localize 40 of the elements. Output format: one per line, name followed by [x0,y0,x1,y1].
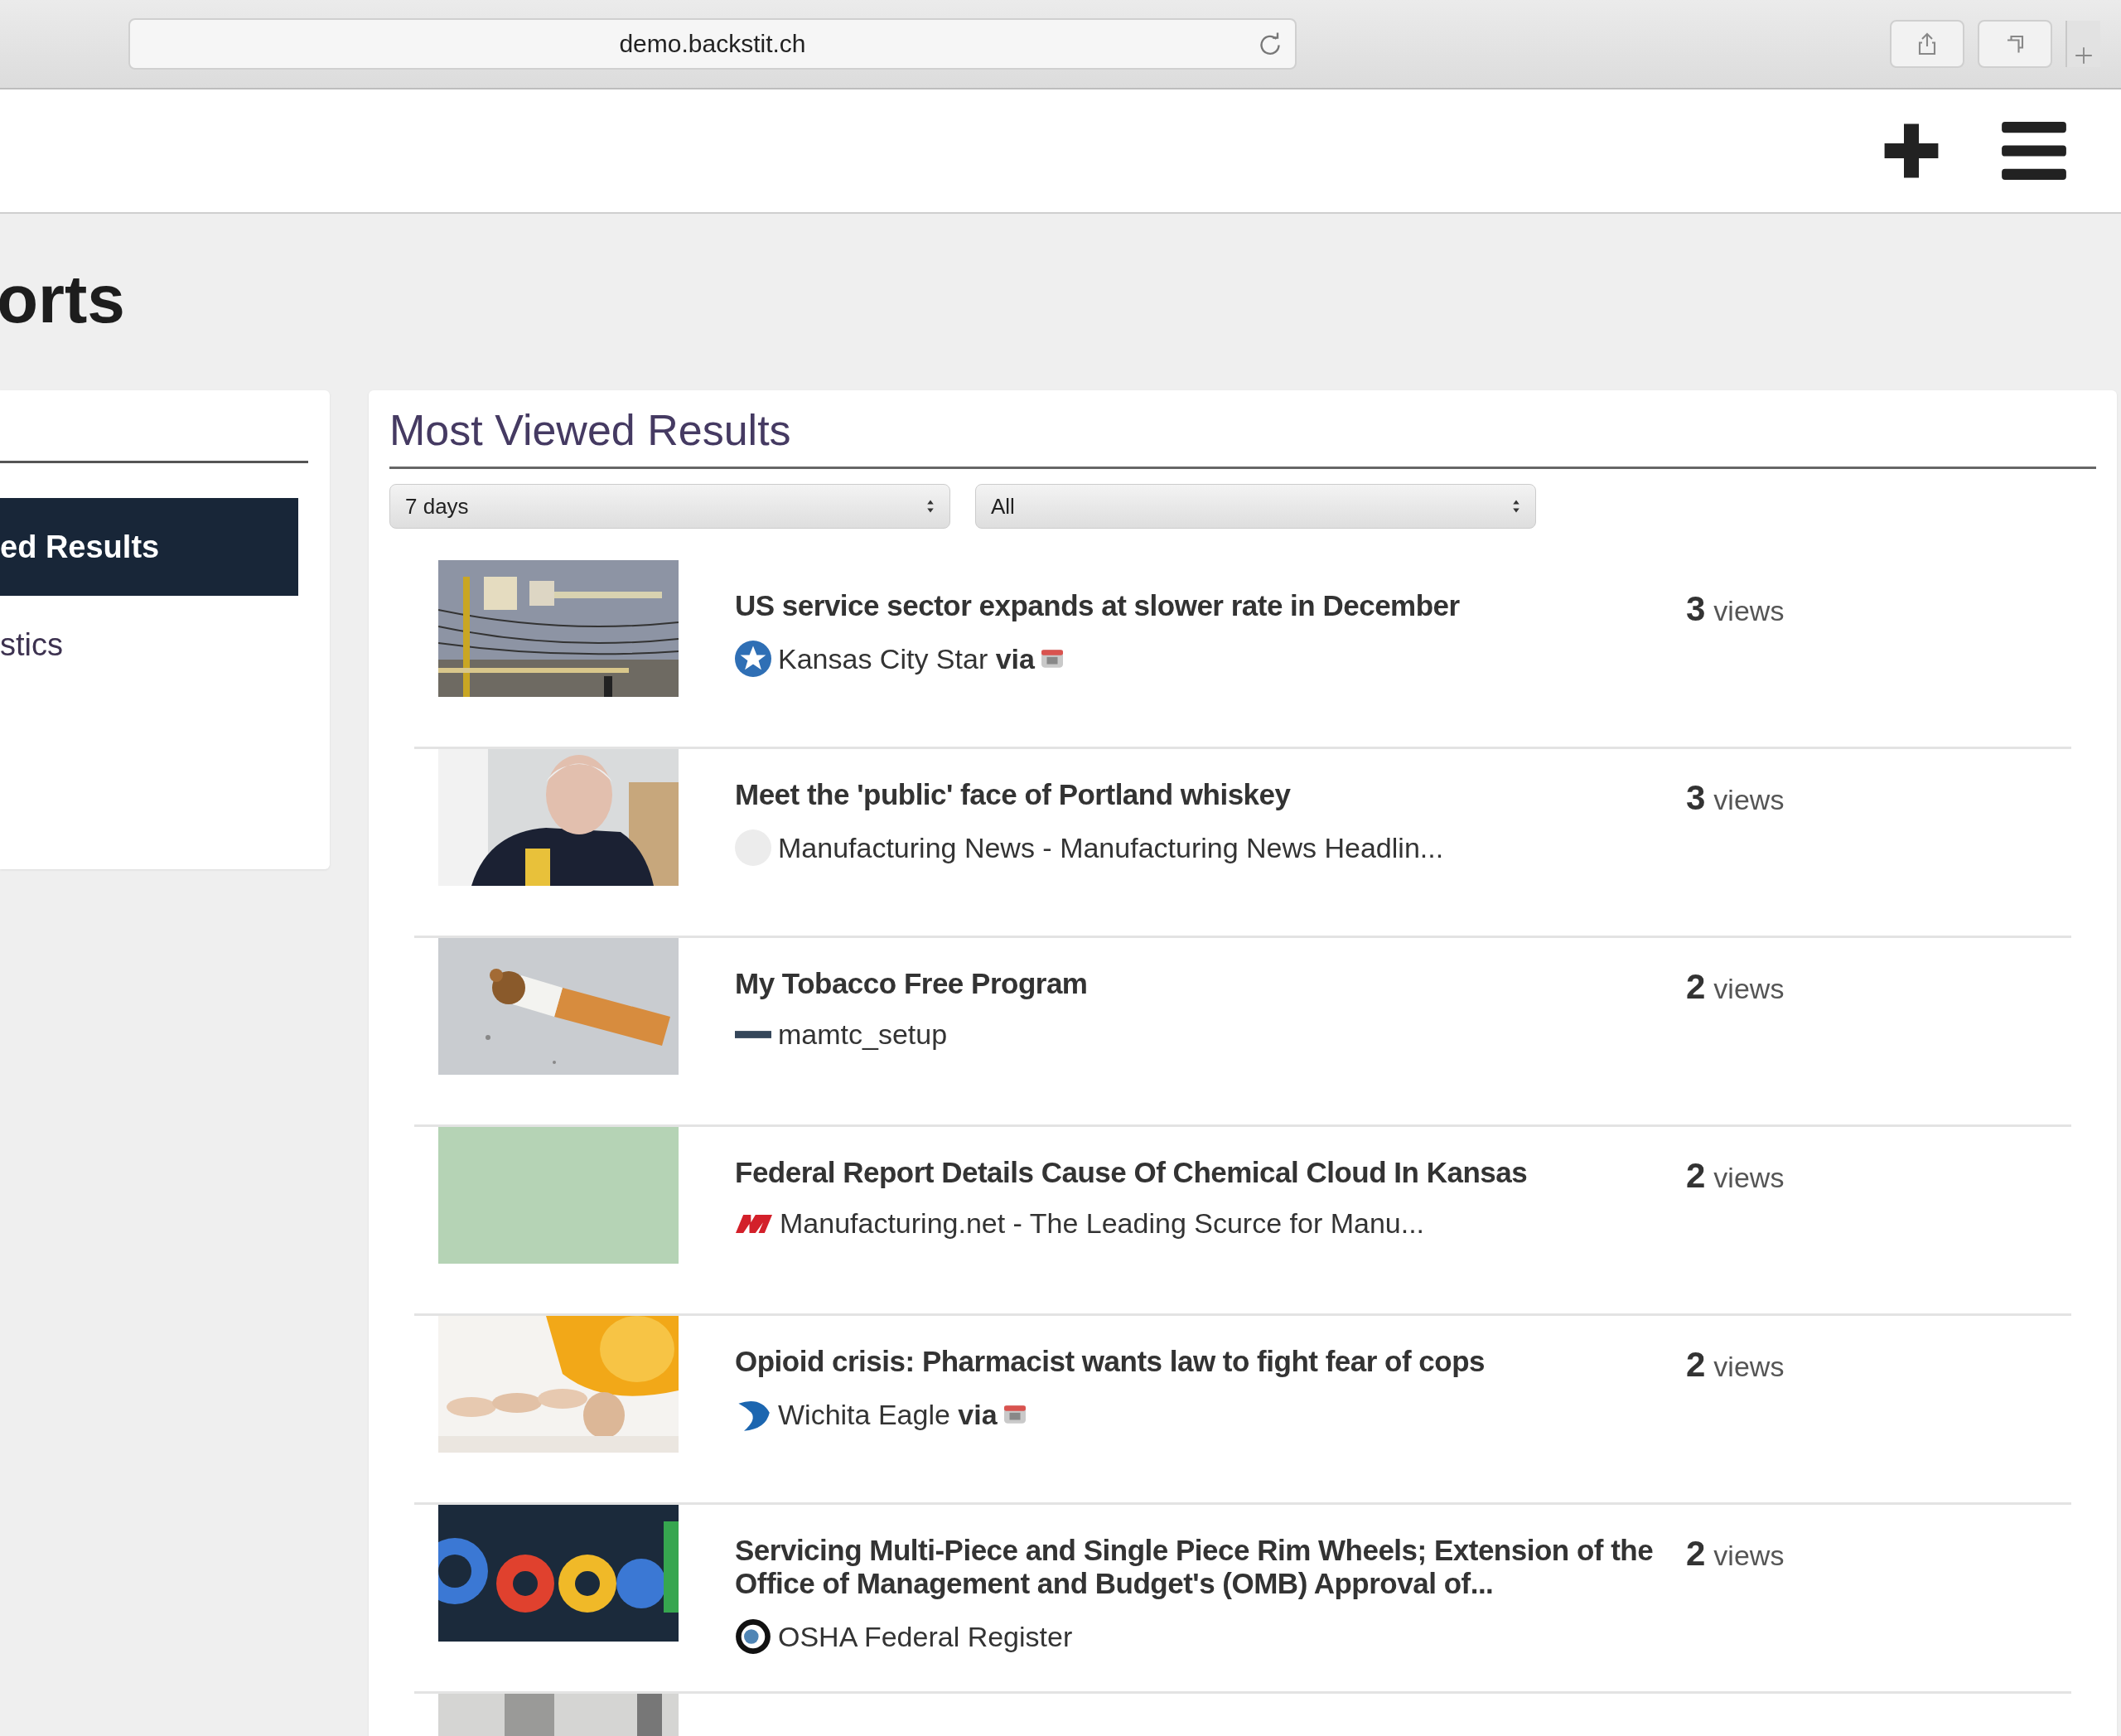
result-title[interactable]: US service sector expands at slower rate in December [735,589,1671,622]
address-bar[interactable]: demo.backstit.ch [128,18,1297,70]
source-name: Wichita Eagle via [778,1398,998,1431]
source-name: mamtc_setup [778,1018,948,1051]
filter-dropdown[interactable]: All [975,484,1536,529]
menu-icon[interactable] [2001,122,2067,180]
source-name: Kansas City Star via [778,642,1035,675]
source-name: OSHA Federal Register [778,1620,1073,1653]
updown-icon [1512,499,1520,514]
star-logo-icon [735,641,771,677]
result-title[interactable]: Meet the 'public' face of Portland whiskey [735,778,1671,811]
filter-dropdown[interactable]: 7 days [389,484,950,529]
result-title[interactable]: Servicing Multi-Piece and Single Piece Rim Wheels; Extension of the Office of Management and Budget's (OMB) Approval of... [735,1534,1671,1600]
result-title[interactable]: Federal Report Details Cause Of Chemical Cloud In Kansas [735,1156,1671,1189]
views-label: views [1713,1351,1785,1383]
views-label: views [1713,595,1785,627]
view-count: 2 [1686,1534,1706,1574]
address-text: demo.backstit.ch [619,30,806,58]
m-logo-icon [735,1214,773,1233]
view-count: 3 [1686,589,1706,629]
source-name: Manufacturing.net - The Leading Scurce for Manu... [780,1207,1425,1240]
result-title[interactable]: My Tobacco Free Program [735,967,1671,1000]
sidebar-item[interactable]: ed Results [0,498,298,596]
view-count: 2 [1686,967,1706,1007]
view-count: 2 [1686,1345,1706,1385]
view-count: 2 [1686,1156,1706,1196]
dash-logo-icon [735,1031,771,1038]
view-count: 3 [1686,778,1706,818]
share-button[interactable] [1890,20,1964,68]
updown-icon [926,499,935,514]
views-label: views [1713,784,1785,816]
sidebar-item[interactable]: stics [0,596,298,694]
reload-icon[interactable] [1258,31,1283,56]
views-label: views [1713,1162,1785,1194]
views-label: views [1713,973,1785,1005]
views-label: views [1713,1540,1785,1572]
result-title[interactable]: Opioid crisis: Pharmacist wants law to fight fear of cops [735,1345,1671,1378]
panel-title: Most Viewed Results [389,390,2096,469]
source-name: Manufacturing News - Manufacturing News Headlin... [778,831,1444,864]
ring-logo-icon [735,1618,771,1655]
